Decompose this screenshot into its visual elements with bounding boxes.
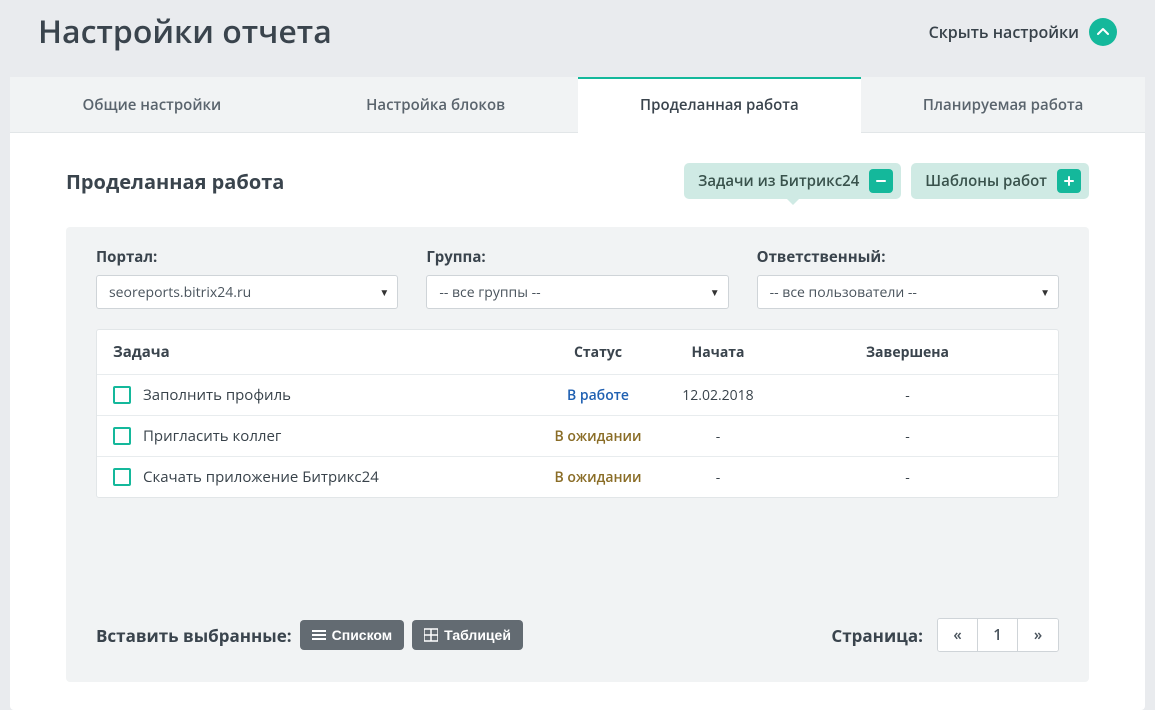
filter-panel: Портал: seoreports.bitrix24.ru ▼ Группа:…	[66, 227, 1089, 682]
task-status: В ожидании	[533, 427, 663, 446]
pager: « 1 »	[937, 618, 1059, 652]
settings-card: Общие настройки Настройка блоков Продела…	[10, 77, 1145, 710]
list-icon	[312, 628, 326, 642]
tab-blocks[interactable]: Настройка блоков	[294, 77, 578, 133]
task-finished: -	[773, 386, 1042, 405]
responsible-value: -- все пользователи --	[770, 283, 917, 302]
row-checkbox[interactable]	[113, 386, 131, 404]
group-value: -- все группы --	[439, 283, 540, 302]
tab-done-work[interactable]: Проделанная работа	[578, 77, 862, 133]
responsible-select[interactable]: -- все пользователи -- ▼	[757, 275, 1059, 309]
portal-value: seoreports.bitrix24.ru	[109, 283, 251, 302]
task-started: 12.02.2018	[663, 386, 773, 405]
task-started: -	[663, 427, 773, 446]
portal-label: Портал:	[96, 247, 398, 267]
insert-label: Вставить выбранные:	[96, 624, 292, 647]
row-checkbox[interactable]	[113, 427, 131, 445]
portal-select[interactable]: seoreports.bitrix24.ru ▼	[96, 275, 398, 309]
page-title: Настройки отчета	[38, 10, 332, 53]
task-started: -	[663, 468, 773, 487]
col-finished: Завершена	[773, 343, 1042, 362]
insert-as-table-button[interactable]: Таблицей	[412, 620, 523, 650]
caret-down-icon: ▼	[1040, 285, 1050, 299]
task-finished: -	[773, 468, 1042, 487]
col-status: Статус	[533, 343, 663, 362]
plus-icon	[1057, 169, 1081, 193]
task-finished: -	[773, 427, 1042, 446]
caret-down-icon: ▼	[379, 285, 389, 299]
chevron-up-icon	[1089, 18, 1117, 46]
tab-general[interactable]: Общие настройки	[10, 77, 294, 133]
pill-work-templates-label: Шаблоны работ	[925, 171, 1047, 191]
minus-icon	[869, 169, 893, 193]
table-header: Задача Статус Начата Завершена	[97, 330, 1058, 375]
task-table: Задача Статус Начата Завершена Заполнить…	[96, 329, 1059, 498]
pill-work-templates[interactable]: Шаблоны работ	[911, 163, 1089, 199]
pager-prev[interactable]: «	[938, 619, 978, 651]
table-icon	[424, 628, 438, 642]
pager-next[interactable]: »	[1018, 619, 1058, 651]
hide-settings-label: Скрыть настройки	[929, 21, 1079, 43]
tabs: Общие настройки Настройка блоков Продела…	[10, 77, 1145, 133]
pager-current[interactable]: 1	[978, 619, 1018, 651]
task-name: Скачать приложение Битрикс24	[143, 467, 379, 487]
insert-list-label: Списком	[332, 627, 393, 643]
page-label: Страница:	[831, 624, 923, 647]
row-checkbox[interactable]	[113, 468, 131, 486]
group-label: Группа:	[426, 247, 728, 267]
col-started: Начата	[663, 343, 773, 362]
group-select[interactable]: -- все группы -- ▼	[426, 275, 728, 309]
col-task: Задача	[113, 342, 533, 362]
tab-planned-work[interactable]: Планируемая работа	[861, 77, 1145, 133]
task-name: Заполнить профиль	[143, 385, 291, 405]
table-row: Пригласить коллег В ожидании - -	[97, 416, 1058, 457]
table-row: Скачать приложение Битрикс24 В ожидании …	[97, 457, 1058, 497]
task-status: В работе	[533, 386, 663, 405]
task-status: В ожидании	[533, 468, 663, 487]
insert-as-list-button[interactable]: Списком	[300, 620, 405, 650]
caret-down-icon: ▼	[710, 285, 720, 299]
table-row: Заполнить профиль В работе 12.02.2018 -	[97, 375, 1058, 416]
pill-bitrix-tasks[interactable]: Задачи из Битрикс24	[684, 163, 901, 199]
hide-settings-toggle[interactable]: Скрыть настройки	[929, 18, 1117, 46]
task-name: Пригласить коллег	[143, 426, 281, 446]
responsible-label: Ответственный:	[757, 247, 1059, 267]
pill-bitrix-tasks-label: Задачи из Битрикс24	[698, 171, 859, 191]
section-title: Проделанная работа	[66, 168, 284, 195]
insert-table-label: Таблицей	[444, 627, 511, 643]
